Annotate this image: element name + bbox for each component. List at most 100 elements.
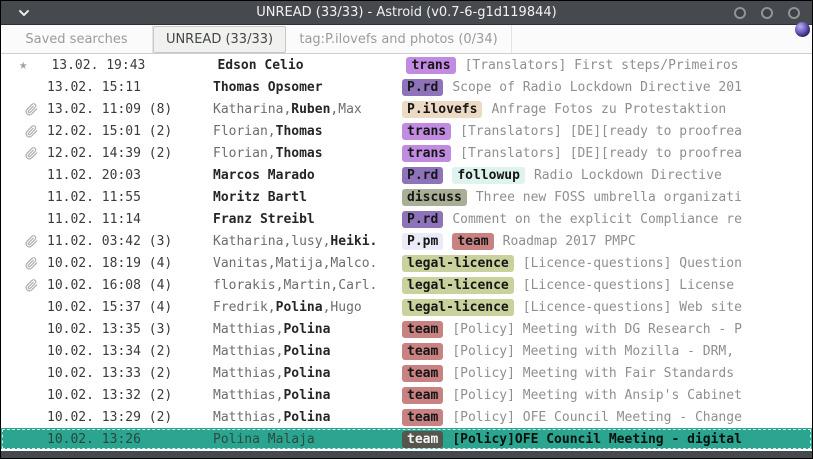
thread-authors: Vanitas,Matija,Malco. <box>213 256 402 271</box>
thread-subject: Radio Lockdown Directive <box>534 168 722 183</box>
globe-icon <box>795 22 810 37</box>
thread-tags-subject: P.rdComment on the explicit Compliance r… <box>402 211 812 228</box>
thread-tags-subject: team[Policy] Meeting with Ansip's Cabine… <box>402 387 812 404</box>
author-name: Matthias <box>213 322 276 337</box>
thread-date: 11.02. 11:55 <box>47 190 213 205</box>
thread-authors: Thomas Opsomer <box>213 80 402 95</box>
tab-saved-searches[interactable]: Saved searches <box>1 25 153 53</box>
thread-date: 10.02. 13:29 (2) <box>47 410 213 425</box>
thread-tags-subject: P.rdfollowupRadio Lockdown Directive <box>402 167 812 184</box>
thread-tags-subject: team[Policy] OFE Council Meeting - Chang… <box>402 409 812 426</box>
thread-row[interactable]: 11.02. 03:42 (3)Katharina,lusy,Heiki.P.p… <box>1 230 812 252</box>
author-name: Polina <box>283 410 330 425</box>
thread-tags-subject: team [Policy]OFE Council Meeting - digita… <box>402 431 812 448</box>
thread-date: 10.02. 16:08 (4) <box>47 278 213 293</box>
window-button-3[interactable] <box>788 7 800 19</box>
thread-subject: [Policy] Meeting with DG Research - P <box>452 322 742 337</box>
thread-date: 10.02. 13:26 <box>47 432 213 447</box>
author-name: Polina <box>276 300 323 315</box>
thread-row[interactable]: 10.02. 13:34 (2)Matthias,Polinateam [Poli… <box>1 340 812 362</box>
thread-date: 10.02. 15:37 (4) <box>47 300 213 315</box>
thread-subject: [Policy] Meeting with Mozilla - DRM, <box>452 344 734 359</box>
author-name: Vanitas <box>213 256 268 271</box>
astroid-window: UNREAD (33/33) - Astroid (v0.7-6-g1d1198… <box>0 0 813 459</box>
tag-team: team <box>402 409 443 426</box>
chevron-down-icon[interactable] <box>17 6 31 20</box>
thread-subject: [Policy]OFE Council Meeting - digital <box>452 432 742 447</box>
thread-tags-subject: legal-licence[Licence-questions] License <box>402 277 812 294</box>
thread-row[interactable]: 13.02. 15:11Thomas OpsomerP.rdScope of R… <box>1 76 812 98</box>
thread-subject: Three new FOSS umbrella organizati <box>476 190 742 205</box>
thread-tags-subject: team [Policy] Meeting with DG Research - … <box>402 321 812 338</box>
thread-row[interactable]: ★13.02. 19:43Edson Celiotrans[Translator… <box>1 54 812 76</box>
thread-row[interactable]: 13.02. 11:09 (8)Katharina,Ruben,MaxP.ilo… <box>1 98 812 120</box>
window-button-1[interactable] <box>734 7 746 19</box>
thread-row[interactable]: 10.02. 13:35 (3)Matthias,Polinateam[Poli… <box>1 318 812 340</box>
thread-tags-subject: legal-licence[Licence-questions] Questio… <box>402 255 812 272</box>
thread-row[interactable]: 12.02. 14:39 (2)Florian,Thomastrans[Tran… <box>1 142 812 164</box>
tab-bar: Saved searches UNREAD (33/33) tag:P.ilov… <box>1 25 812 54</box>
author-name: Heiki. <box>330 234 377 249</box>
tag-team: team <box>402 431 443 448</box>
author-name: Edson Celio <box>217 58 303 73</box>
window-button-2[interactable] <box>761 7 773 19</box>
author-name: Matthias <box>213 366 276 381</box>
author-name: Polina <box>283 344 330 359</box>
thread-row[interactable]: 11.02. 20:03Marcos MaradoP.rdfollowupRad… <box>1 164 812 186</box>
thread-authors: Polina Malaja <box>213 432 402 447</box>
author-name: Matija <box>276 256 323 271</box>
thread-row[interactable]: 12.02. 15:01 (2)Florian,Thomastrans[Tran… <box>1 120 812 142</box>
thread-subject: Scope of Radio Lockdown Directive 201 <box>452 80 742 95</box>
thread-authors: Edson Celio <box>217 58 406 73</box>
thread-date: 10.02. 13:34 (2) <box>47 344 213 359</box>
thread-subject: Anfrage Fotos zu Protestaktion <box>491 102 726 117</box>
author-name: florakis <box>213 278 276 293</box>
author-name: Hugo <box>330 300 361 315</box>
paperclip-icon <box>23 103 47 116</box>
author-name: Florian <box>213 146 268 161</box>
thread-row[interactable]: 10.02. 13:29 (2)Matthias,Polinateam[Poli… <box>1 406 812 428</box>
author-name: Katharina <box>213 234 283 249</box>
thread-date: 11.02. 20:03 <box>47 168 213 183</box>
author-name: Polina <box>283 322 330 337</box>
thread-tags-subject: P.ilovefs Anfrage Fotos zu Protestaktion <box>402 101 812 118</box>
thread-row[interactable]: 10.02. 13:33 (2)Matthias,Polinateam[Poli… <box>1 362 812 384</box>
thread-row[interactable]: 10.02. 13:26Polina Malajateam [Policy]OFE… <box>1 428 812 449</box>
tag-team: team <box>402 365 443 382</box>
paperclip-icon <box>23 147 47 160</box>
author-name: Florian <box>213 124 268 139</box>
tag-P.ilovefs: P.ilovefs <box>402 101 482 118</box>
thread-authors: Katharina,lusy,Heiki. <box>213 234 402 249</box>
thread-authors: Moritz Bartl <box>213 190 402 205</box>
thread-subject: Comment on the explicit Compliance re <box>452 212 742 227</box>
tab-unread[interactable]: UNREAD (33/33) <box>153 26 286 53</box>
thread-subject: [Translators] [DE][ready to proofrea <box>460 146 742 161</box>
tag-trans: trans <box>406 57 455 74</box>
author-name: Ruben <box>291 102 330 117</box>
thread-subject: [Translators] [DE][ready to proofrea <box>460 124 742 139</box>
author-name: Martin <box>283 278 330 293</box>
thread-authors: Matthias,Polina <box>213 322 402 337</box>
thread-tags-subject: team[Policy] Meeting with Fair Standards <box>402 365 812 382</box>
thread-row[interactable]: 10.02. 13:32 (2)Matthias,Polinateam[Poli… <box>1 384 812 406</box>
thread-row[interactable]: 11.02. 11:55Moritz BartldiscussThree new… <box>1 186 812 208</box>
tag-team: team <box>402 343 443 360</box>
thread-date: 13.02. 11:09 (8) <box>47 102 213 117</box>
thread-subject: [Translators] First steps/Primeiros <box>465 58 739 73</box>
tag-legal-licence: legal-licence <box>402 299 514 316</box>
thread-list: ★13.02. 19:43Edson Celiotrans[Translator… <box>1 54 812 449</box>
thread-subject: [Licence-questions] Question <box>523 256 742 271</box>
tag-team: team <box>402 321 443 338</box>
author-name: Katharina <box>213 102 283 117</box>
author-name: Thomas <box>276 146 323 161</box>
tab-filter-ilovefs[interactable]: tag:P.ilovefs and photos (0/34) <box>286 25 512 53</box>
thread-row[interactable]: 11.02. 11:14Franz StreiblP.rdComment on … <box>1 208 812 230</box>
author-name: Matthias <box>213 388 276 403</box>
thread-row[interactable]: 10.02. 15:37 (4)Fredrik,Polina,Hugolegal… <box>1 296 812 318</box>
thread-tags-subject: discussThree new FOSS umbrella organizat… <box>402 189 812 206</box>
thread-row[interactable]: 10.02. 18:19 (4)Vanitas,Matija,Malco.leg… <box>1 252 812 274</box>
tag-trans: trans <box>402 123 451 140</box>
titlebar: UNREAD (33/33) - Astroid (v0.7-6-g1d1198… <box>1 1 812 25</box>
thread-authors: Matthias,Polina <box>213 344 402 359</box>
thread-row[interactable]: 10.02. 16:08 (4)florakis,Martin,Carl.leg… <box>1 274 812 296</box>
